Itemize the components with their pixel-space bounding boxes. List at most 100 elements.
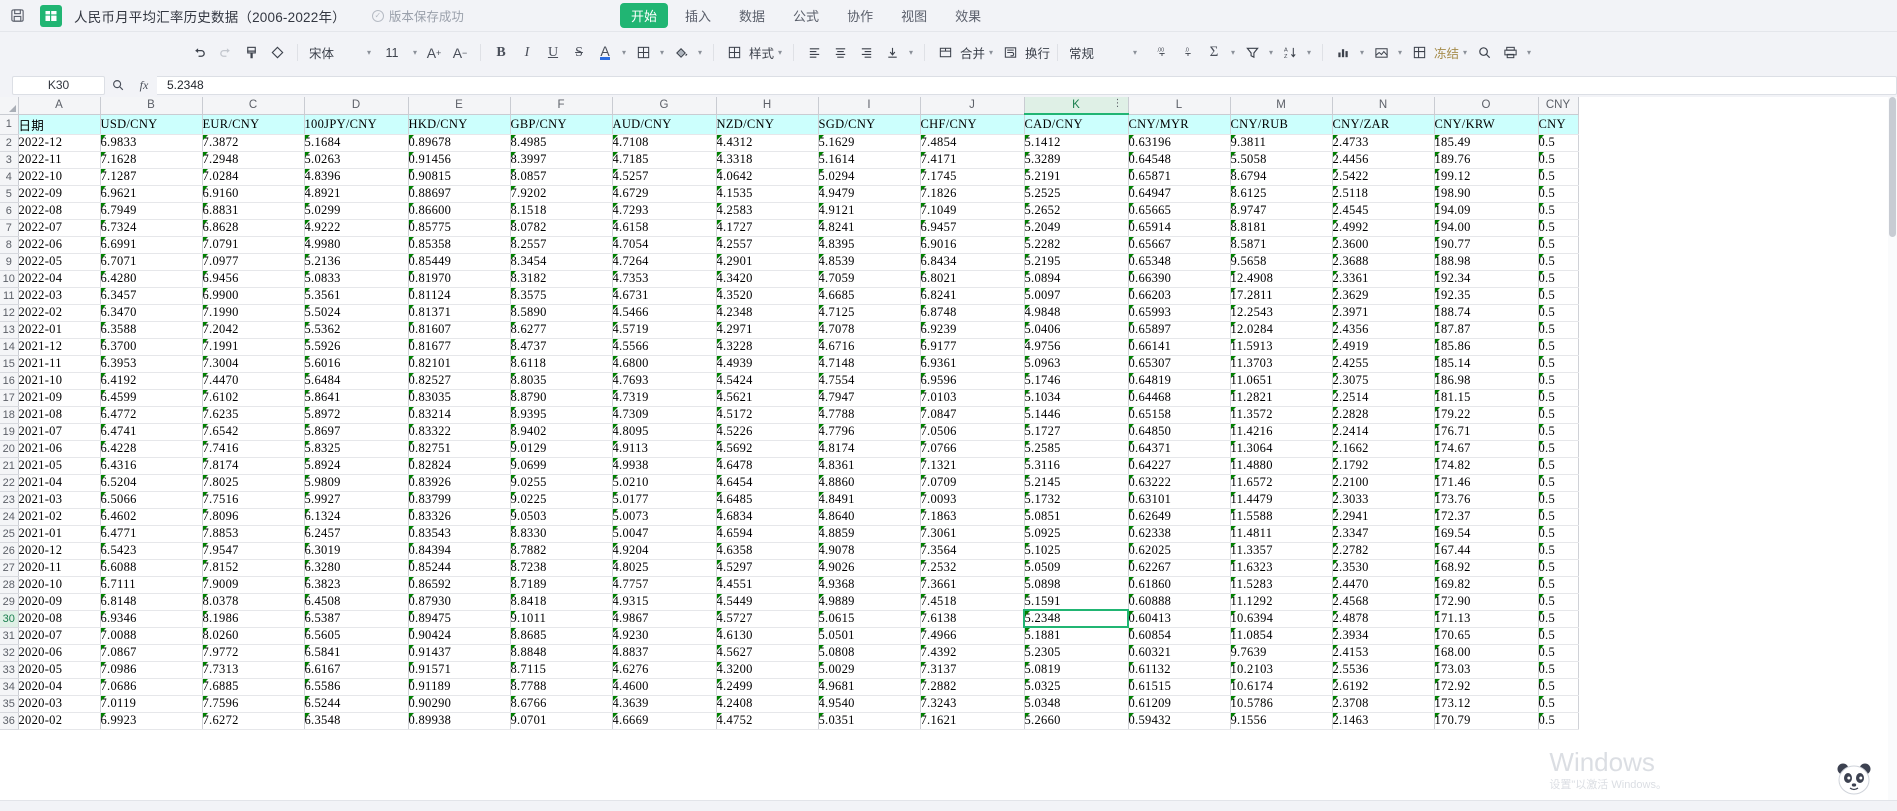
table-row[interactable]: 29 2020-09 6.8148 8.0378 6.4508 0.87930 8.8418… bbox=[0, 593, 1579, 611]
cell-E18[interactable]: 0.83214 bbox=[408, 406, 511, 424]
cell-H31[interactable]: 4.6130 bbox=[716, 627, 819, 645]
cell-N8[interactable]: 2.3600 bbox=[1332, 236, 1435, 254]
cell-F9[interactable]: 8.3454 bbox=[510, 253, 613, 271]
cell-O8[interactable]: 190.77 bbox=[1434, 236, 1539, 254]
cell-A4[interactable]: 2022-10 bbox=[18, 168, 101, 186]
table-row[interactable]: 10 2022-04 6.4280 6.9456 5.0833 0.81970 8.3182… bbox=[0, 270, 1579, 288]
underline-button[interactable]: U bbox=[540, 40, 566, 66]
cell-M27[interactable]: 11.6323 bbox=[1230, 559, 1333, 577]
cell-CNY28[interactable]: 0.5 bbox=[1538, 576, 1579, 594]
assistant-avatar[interactable] bbox=[1833, 758, 1875, 798]
cell-J12[interactable]: 6.8748 bbox=[920, 304, 1025, 322]
cell-O12[interactable]: 188.74 bbox=[1434, 304, 1539, 322]
cell-E14[interactable]: 0.81677 bbox=[408, 338, 511, 356]
cell-L10[interactable]: 0.66390 bbox=[1128, 270, 1231, 288]
cell-N7[interactable]: 2.4992 bbox=[1332, 219, 1435, 237]
table-row[interactable]: 33 2020-05 7.0986 7.7313 6.6167 0.91571 8.7115… bbox=[0, 661, 1579, 679]
cell-G34[interactable]: 4.4600 bbox=[612, 678, 717, 696]
cell-M22[interactable]: 11.6572 bbox=[1230, 474, 1333, 492]
cell-J24[interactable]: 7.1863 bbox=[920, 508, 1025, 526]
cell-N36[interactable]: 2.1463 bbox=[1332, 712, 1435, 730]
column-header-J[interactable]: J bbox=[920, 97, 1025, 115]
cell-B7[interactable]: 6.7324 bbox=[100, 219, 203, 237]
cell-O21[interactable]: 174.82 bbox=[1434, 457, 1539, 475]
cell-J10[interactable]: 6.8021 bbox=[920, 270, 1025, 288]
search-icon[interactable] bbox=[1471, 40, 1497, 66]
cell-H24[interactable]: 4.6834 bbox=[716, 508, 819, 526]
cell-I36[interactable]: 5.0351 bbox=[818, 712, 921, 730]
cell-O1[interactable]: CNY/KRW bbox=[1434, 114, 1539, 135]
chevron-down-icon[interactable]: ▾ bbox=[1523, 48, 1535, 57]
cell-D28[interactable]: 6.3823 bbox=[304, 576, 409, 594]
cell-E15[interactable]: 0.82101 bbox=[408, 355, 511, 373]
cell-D29[interactable]: 6.4508 bbox=[304, 593, 409, 611]
cell-L5[interactable]: 0.64947 bbox=[1128, 185, 1231, 203]
cell-E29[interactable]: 0.87930 bbox=[408, 593, 511, 611]
cell-B15[interactable]: 6.3953 bbox=[100, 355, 203, 373]
grid-body[interactable]: 1 日期 USD/CNY EUR/CNY 100JPY/CNY HKD/CNY GBP/CN… bbox=[0, 114, 1579, 730]
cell-N21[interactable]: 2.1792 bbox=[1332, 457, 1435, 475]
cell-J29[interactable]: 7.4518 bbox=[920, 593, 1025, 611]
cell-J32[interactable]: 7.4392 bbox=[920, 644, 1025, 662]
row-header-34[interactable]: 34 bbox=[0, 678, 19, 696]
cell-A7[interactable]: 2022-07 bbox=[18, 219, 101, 237]
cell-A9[interactable]: 2022-05 bbox=[18, 253, 101, 271]
cell-I27[interactable]: 4.9026 bbox=[818, 559, 921, 577]
cell-L18[interactable]: 0.65158 bbox=[1128, 406, 1231, 424]
cell-I11[interactable]: 4.6685 bbox=[818, 287, 921, 305]
cell-H14[interactable]: 4.3228 bbox=[716, 338, 819, 356]
cell-F19[interactable]: 8.9402 bbox=[510, 423, 613, 441]
cell-G12[interactable]: 4.5466 bbox=[612, 304, 717, 322]
cell-E8[interactable]: 0.85358 bbox=[408, 236, 511, 254]
wrap-label[interactable]: 换行 bbox=[1023, 43, 1050, 62]
cell-I34[interactable]: 4.9681 bbox=[818, 678, 921, 696]
cell-K4[interactable]: 5.2191 bbox=[1024, 168, 1129, 186]
cell-A31[interactable]: 2020-07 bbox=[18, 627, 101, 645]
cell-J31[interactable]: 7.4966 bbox=[920, 627, 1025, 645]
cell-J9[interactable]: 6.8434 bbox=[920, 253, 1025, 271]
cell-H25[interactable]: 4.6594 bbox=[716, 525, 819, 543]
cell-F33[interactable]: 8.7115 bbox=[510, 661, 613, 679]
cell-M20[interactable]: 11.3064 bbox=[1230, 440, 1333, 458]
cell-K19[interactable]: 5.1727 bbox=[1024, 423, 1129, 441]
cell-N12[interactable]: 2.3971 bbox=[1332, 304, 1435, 322]
cell-N27[interactable]: 2.3530 bbox=[1332, 559, 1435, 577]
cell-C6[interactable]: 6.8831 bbox=[202, 202, 305, 220]
cell-D14[interactable]: 5.5926 bbox=[304, 338, 409, 356]
cell-G8[interactable]: 4.7054 bbox=[612, 236, 717, 254]
cell-O16[interactable]: 186.98 bbox=[1434, 372, 1539, 390]
cell-E24[interactable]: 0.83326 bbox=[408, 508, 511, 526]
cell-J6[interactable]: 7.1049 bbox=[920, 202, 1025, 220]
cell-F15[interactable]: 8.6118 bbox=[510, 355, 613, 373]
cell-F27[interactable]: 8.7238 bbox=[510, 559, 613, 577]
decrease-font-size-button[interactable]: A − bbox=[447, 40, 473, 66]
cell-L34[interactable]: 0.61515 bbox=[1128, 678, 1231, 696]
cell-D4[interactable]: 4.8396 bbox=[304, 168, 409, 186]
cell-A24[interactable]: 2021-02 bbox=[18, 508, 101, 526]
chevron-down-icon[interactable]: ▾ bbox=[1129, 48, 1141, 57]
cell-M15[interactable]: 11.3703 bbox=[1230, 355, 1333, 373]
column-header-M[interactable]: M bbox=[1230, 97, 1333, 115]
cell-M3[interactable]: 5.5058 bbox=[1230, 151, 1333, 169]
column-header-CNY[interactable]: CNY bbox=[1538, 97, 1579, 115]
cell-G4[interactable]: 4.5257 bbox=[612, 168, 717, 186]
cell-O11[interactable]: 192.35 bbox=[1434, 287, 1539, 305]
cell-O5[interactable]: 198.90 bbox=[1434, 185, 1539, 203]
cell-G24[interactable]: 5.0073 bbox=[612, 508, 717, 526]
cell-B11[interactable]: 6.3457 bbox=[100, 287, 203, 305]
cell-I8[interactable]: 4.8395 bbox=[818, 236, 921, 254]
cell-O33[interactable]: 173.03 bbox=[1434, 661, 1539, 679]
cell-D17[interactable]: 5.8641 bbox=[304, 389, 409, 407]
cell-M31[interactable]: 11.0854 bbox=[1230, 627, 1333, 645]
row-header-30[interactable]: 30 bbox=[0, 610, 19, 628]
cell-D10[interactable]: 5.0833 bbox=[304, 270, 409, 288]
cell-L13[interactable]: 0.65897 bbox=[1128, 321, 1231, 339]
cell-E26[interactable]: 0.84394 bbox=[408, 542, 511, 560]
cell-J22[interactable]: 7.0709 bbox=[920, 474, 1025, 492]
cell-L30[interactable]: 0.60413 bbox=[1128, 610, 1231, 628]
cell-B21[interactable]: 6.4316 bbox=[100, 457, 203, 475]
column-menu-icon[interactable]: ⋮ bbox=[1113, 98, 1123, 109]
cell-O27[interactable]: 168.92 bbox=[1434, 559, 1539, 577]
cell-C28[interactable]: 7.9009 bbox=[202, 576, 305, 594]
chevron-down-icon[interactable]: ▾ bbox=[774, 48, 786, 57]
